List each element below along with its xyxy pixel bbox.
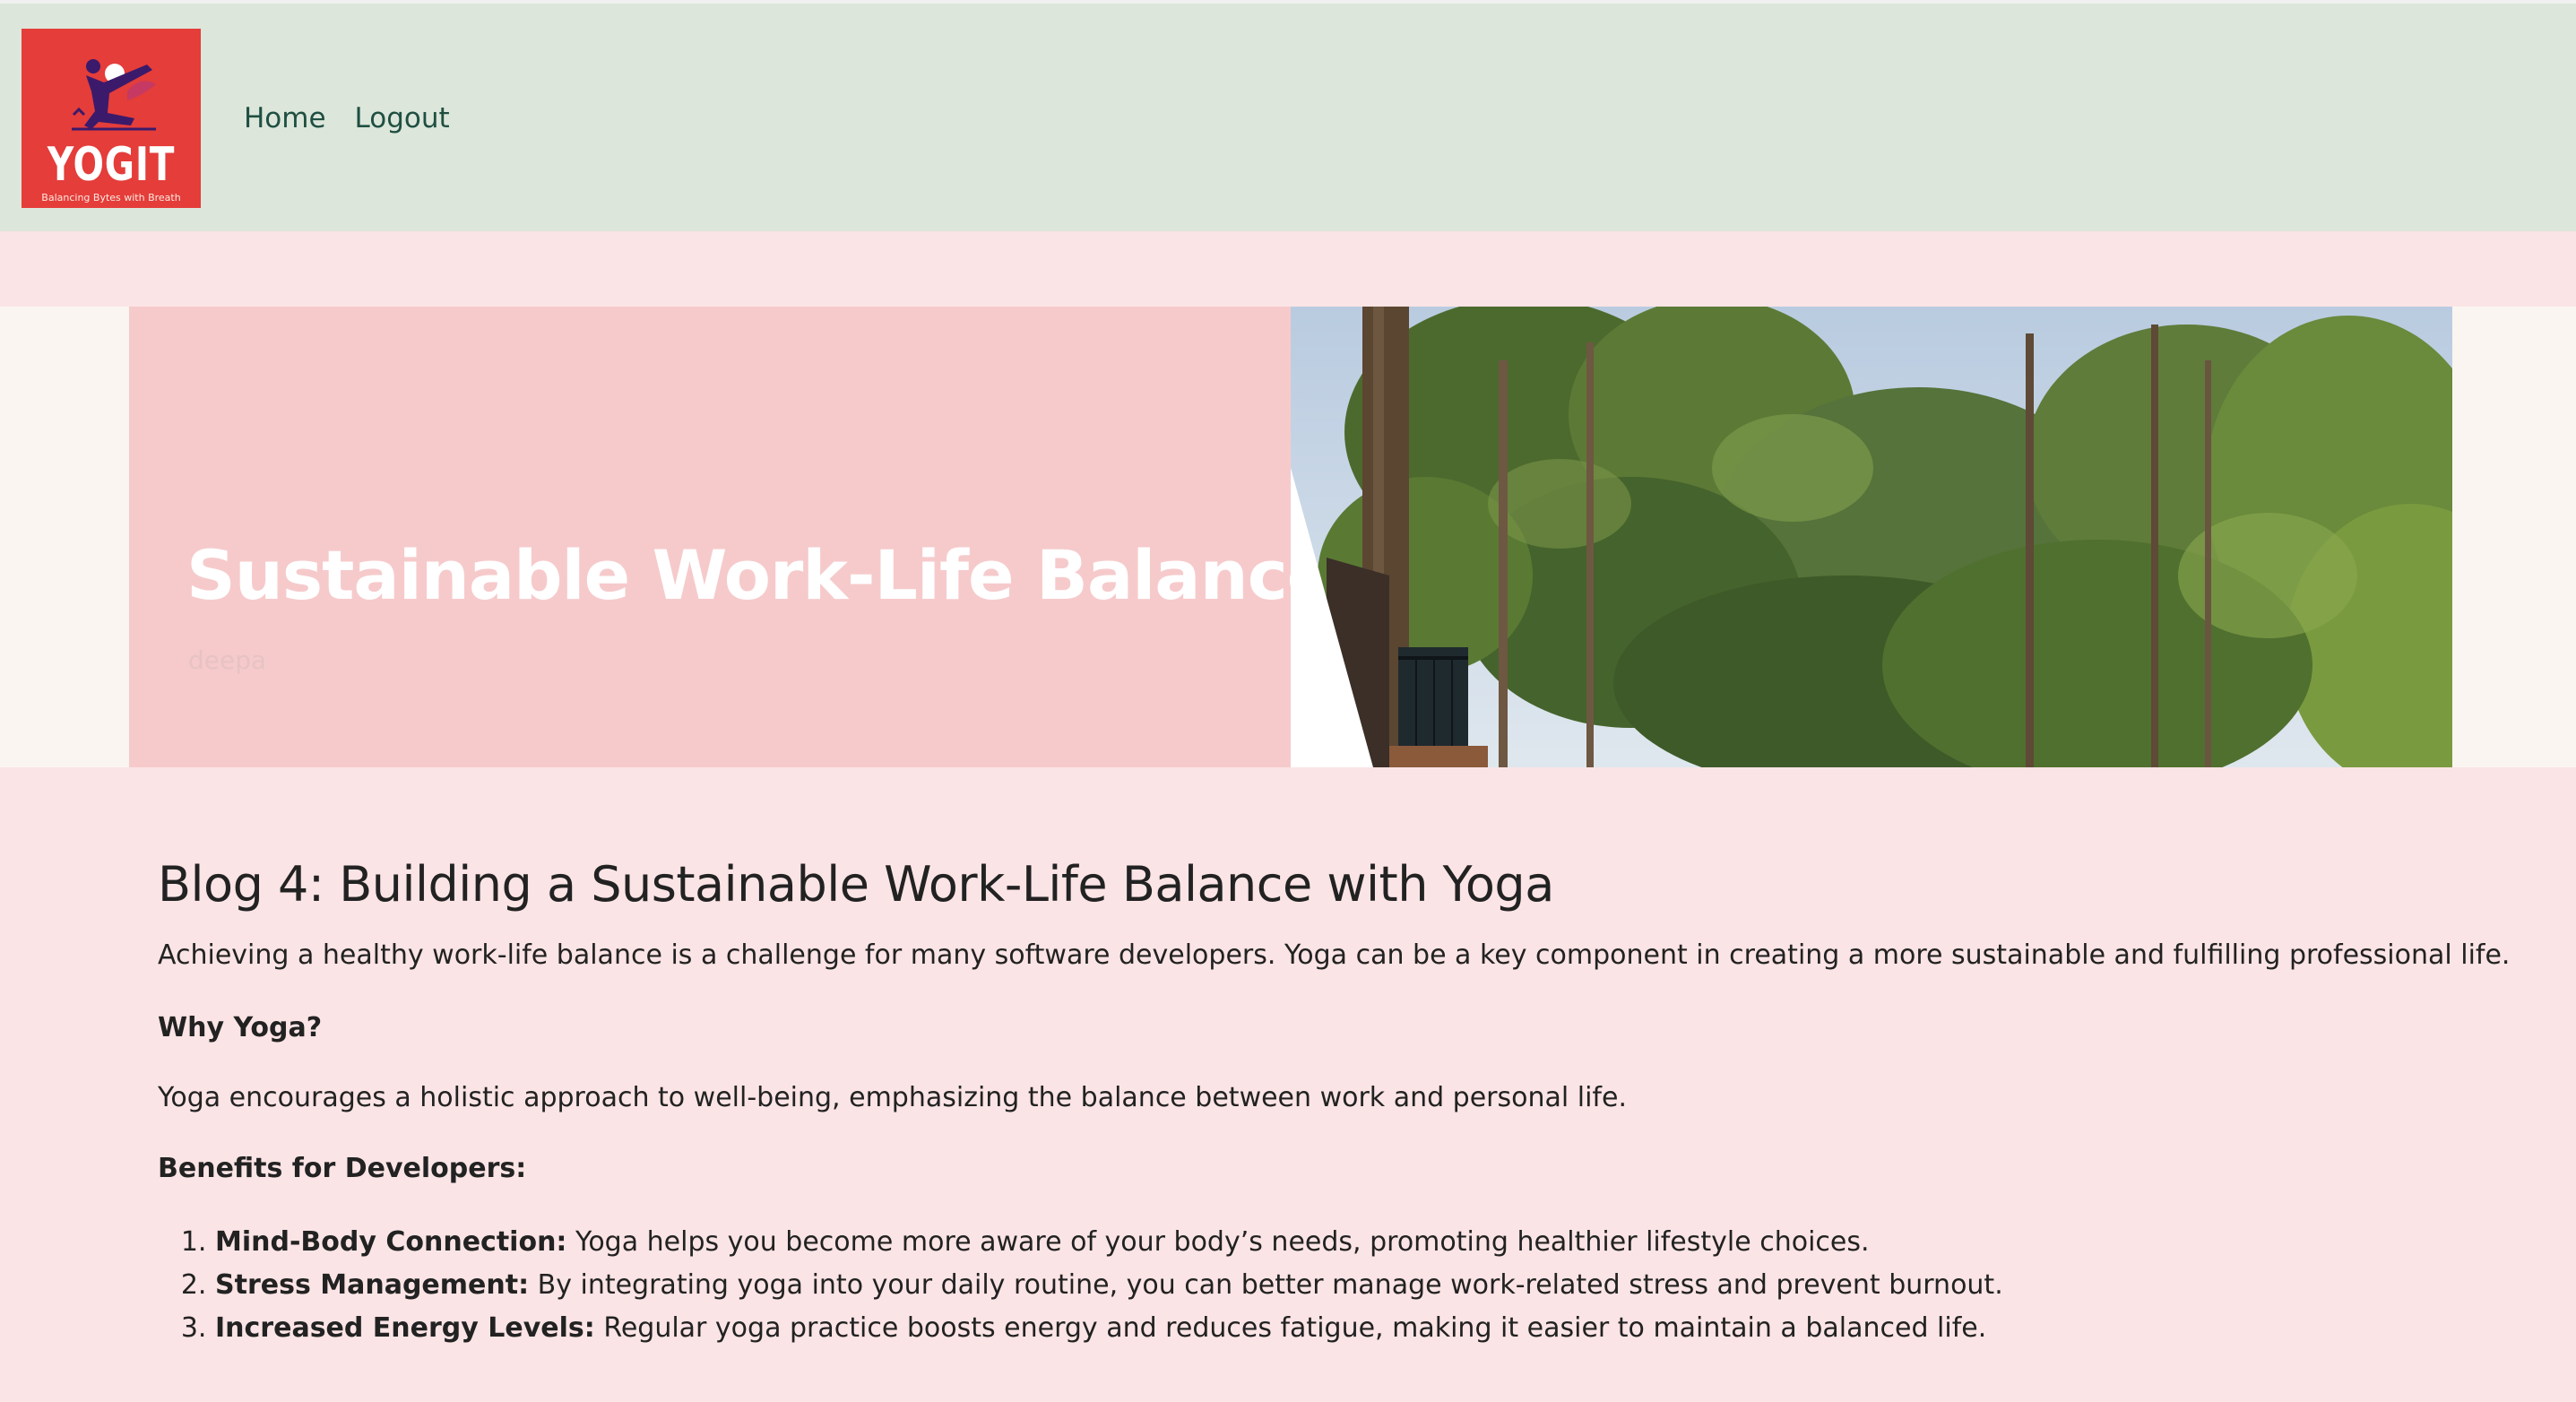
hero-author: deepa — [188, 645, 267, 675]
article-intro: Achieving a healthy work-life balance is… — [158, 939, 2511, 971]
main-nav: Home Logout — [244, 102, 450, 134]
blog-article: Blog 4: Building a Sustainable Work-Life… — [158, 856, 2511, 1350]
nav-logout-link[interactable]: Logout — [355, 102, 450, 134]
logo-word: YOGIT — [47, 138, 176, 192]
nav-home-link[interactable]: Home — [244, 102, 326, 134]
why-heading: Why Yoga? — [158, 1011, 323, 1043]
article-heading: Blog 4: Building a Sustainable Work-Life… — [158, 856, 1554, 913]
list-item: Increased Energy Levels: Regular yoga pr… — [215, 1307, 2452, 1350]
site-logo[interactable]: YOGIT Balancing Bytes with Breath — [22, 29, 201, 208]
logo-tagline: Balancing Bytes with Breath — [41, 192, 181, 203]
forest-photo-icon — [1291, 307, 2452, 767]
list-item: Mind-Body Connection: Yoga helps you bec… — [215, 1221, 2452, 1264]
list-item: Stress Management: By integrating yoga i… — [215, 1264, 2452, 1307]
benefits-heading: Benefits for Developers: — [158, 1152, 527, 1184]
hero-forest-image — [1291, 307, 2452, 767]
navbar: YOGIT Balancing Bytes with Breath Home L… — [0, 4, 2576, 231]
hero-title: Sustainable Work-Life Balance — [186, 535, 1333, 615]
why-text: Yoga encourages a holistic approach to w… — [158, 1082, 1627, 1113]
benefits-list: Mind-Body Connection: Yoga helps you bec… — [158, 1221, 2452, 1350]
